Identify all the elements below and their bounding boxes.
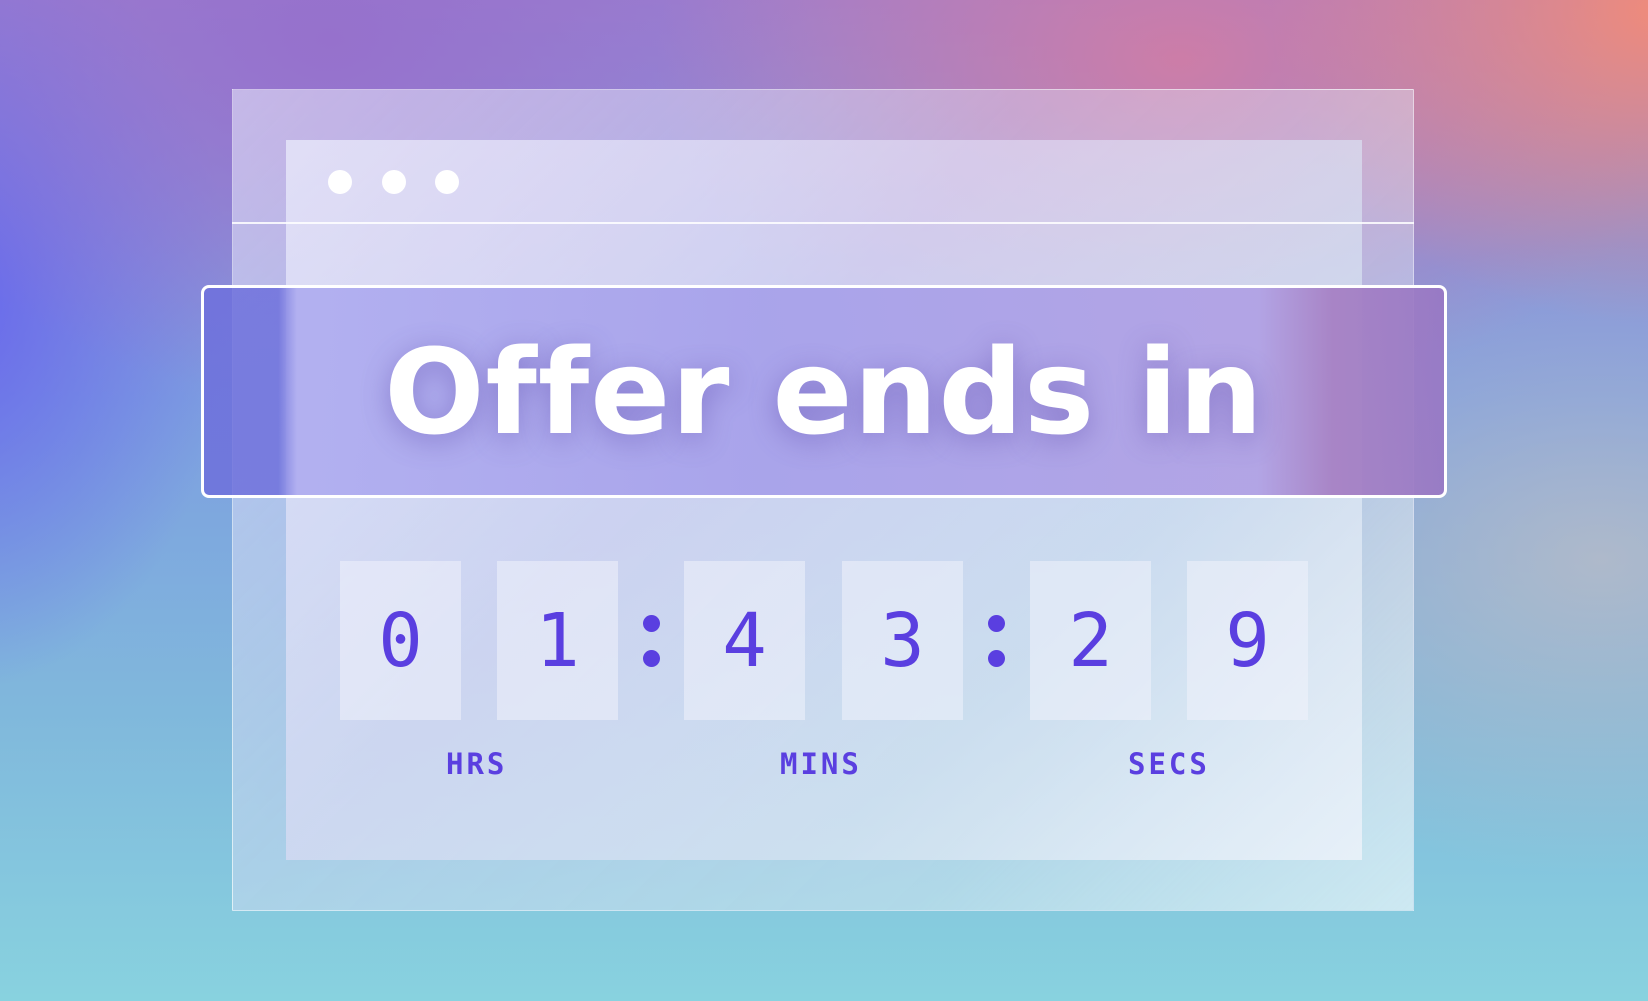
- colon-separator: [641, 615, 663, 667]
- window-dot-icon: [382, 170, 406, 194]
- hours-digit-tens: 0: [340, 561, 461, 720]
- window-dot-icon: [328, 170, 352, 194]
- seconds-label: SECS: [1128, 747, 1210, 781]
- minutes-digit-tens: 4: [684, 561, 805, 720]
- seconds-digit-ones: 9: [1187, 561, 1308, 720]
- seconds-digit-tens: 2: [1030, 561, 1151, 720]
- titlebar-divider: [232, 222, 1414, 224]
- offer-banner: Offer ends in: [201, 285, 1447, 498]
- hours-label: HRS: [446, 747, 508, 781]
- minutes-label: MINS: [780, 747, 862, 781]
- minutes-digit-ones: 3: [842, 561, 963, 720]
- window-dot-icon: [435, 170, 459, 194]
- offer-title: Offer ends in: [384, 322, 1264, 461]
- hours-digit-ones: 1: [497, 561, 618, 720]
- colon-separator: [986, 615, 1008, 667]
